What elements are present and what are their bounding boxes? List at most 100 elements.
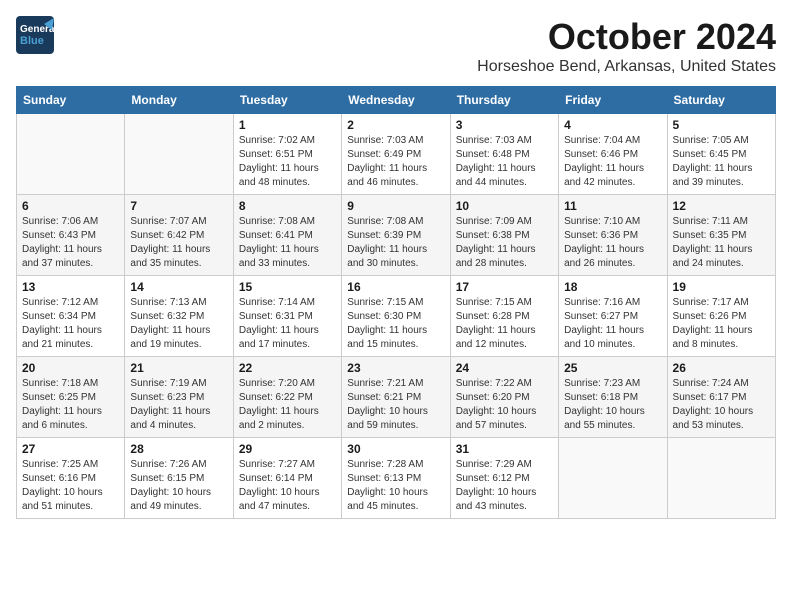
calendar-day-cell: 13Sunrise: 7:12 AM Sunset: 6:34 PM Dayli… [17, 276, 125, 357]
calendar-day-cell: 18 Sunrise: 7:16 AM Sunset: 6:27 PM Dayli… [559, 276, 667, 357]
calendar-day-cell: 23Sunrise: 7:21 AM Sunset: 6:21 PM Dayli… [342, 357, 450, 438]
day-number: 3 [456, 118, 553, 132]
day-number: 18 [564, 280, 661, 294]
calendar-week-row: 27 Sunrise: 7:25 AM Sunset: 6:16 PM Dayli… [17, 438, 776, 519]
day-number: 31 [456, 442, 553, 456]
day-number: 5 [673, 118, 770, 132]
day-info: Sunrise: 7:18 AM Sunset: 6:25 PM Dayligh… [22, 377, 119, 433]
weekday-header: Wednesday [342, 87, 450, 114]
day-number: 15 [239, 280, 336, 294]
day-number: 8 [239, 199, 336, 213]
day-info: Sunrise: 7:27 AM Sunset: 6:14 PM Dayligh… [239, 458, 336, 514]
calendar-day-cell: 5 Sunrise: 7:05 AM Sunset: 6:45 PM Daylig… [667, 114, 775, 195]
calendar-day-cell: 30 Sunrise: 7:28 AM Sunset: 6:13 PM Dayli… [342, 438, 450, 519]
calendar-day-cell: 4 Sunrise: 7:04 AM Sunset: 6:46 PM Daylig… [559, 114, 667, 195]
calendar-day-cell: 31 Sunrise: 7:29 AM Sunset: 6:12 PM Dayli… [450, 438, 558, 519]
calendar-day-cell: 15 Sunrise: 7:14 AM Sunset: 6:31 PM Dayli… [233, 276, 341, 357]
calendar-day-cell: 2 Sunrise: 7:03 AM Sunset: 6:49 PM Daylig… [342, 114, 450, 195]
weekday-header: Tuesday [233, 87, 341, 114]
day-number: 28 [130, 442, 227, 456]
day-number: 13 [22, 280, 119, 294]
calendar-day-cell: 3 Sunrise: 7:03 AM Sunset: 6:48 PM Daylig… [450, 114, 558, 195]
day-info: Sunrise: 7:08 AM Sunset: 6:39 PM Dayligh… [347, 215, 444, 271]
day-info: Sunrise: 7:02 AM Sunset: 6:51 PM Dayligh… [239, 134, 336, 190]
calendar-week-row: 20 Sunrise: 7:18 AM Sunset: 6:25 PM Dayli… [17, 357, 776, 438]
calendar-day-cell: 16 Sunrise: 7:15 AM Sunset: 6:30 PM Dayli… [342, 276, 450, 357]
weekday-header: Monday [125, 87, 233, 114]
location-title: Horseshoe Bend, Arkansas, United States [477, 58, 776, 76]
day-number: 10 [456, 199, 553, 213]
day-info: Sunrise: 7:14 AM Sunset: 6:31 PM Dayligh… [239, 296, 336, 352]
title-block: October 2024 Horseshoe Bend, Arkansas, U… [477, 16, 776, 76]
day-number: 22 [239, 361, 336, 375]
weekday-header: Thursday [450, 87, 558, 114]
weekday-header: Sunday [17, 87, 125, 114]
day-number: 23 [347, 361, 444, 375]
day-number: 6 [22, 199, 119, 213]
day-info: Sunrise: 7:15 AM Sunset: 6:30 PM Dayligh… [347, 296, 444, 352]
calendar-day-cell: 26 Sunrise: 7:24 AM Sunset: 6:17 PM Dayli… [667, 357, 775, 438]
day-info: Sunrise: 7:03 AM Sunset: 6:49 PM Dayligh… [347, 134, 444, 190]
calendar-day-cell: 10Sunrise: 7:09 AM Sunset: 6:38 PM Dayli… [450, 195, 558, 276]
calendar-week-row: 6 Sunrise: 7:06 AM Sunset: 6:43 PM Daylig… [17, 195, 776, 276]
calendar-day-cell: 25 Sunrise: 7:23 AM Sunset: 6:18 PM Dayli… [559, 357, 667, 438]
calendar-day-cell: 27 Sunrise: 7:25 AM Sunset: 6:16 PM Dayli… [17, 438, 125, 519]
day-info: Sunrise: 7:04 AM Sunset: 6:46 PM Dayligh… [564, 134, 661, 190]
calendar-day-cell: 14 Sunrise: 7:13 AM Sunset: 6:32 PM Dayli… [125, 276, 233, 357]
day-number: 25 [564, 361, 661, 375]
calendar-day-cell: 7Sunrise: 7:07 AM Sunset: 6:42 PM Daylig… [125, 195, 233, 276]
calendar-table: SundayMondayTuesdayWednesdayThursdayFrid… [16, 86, 776, 519]
calendar-week-row: 13Sunrise: 7:12 AM Sunset: 6:34 PM Dayli… [17, 276, 776, 357]
calendar-day-cell: 9Sunrise: 7:08 AM Sunset: 6:39 PM Daylig… [342, 195, 450, 276]
weekday-header: Saturday [667, 87, 775, 114]
day-info: Sunrise: 7:03 AM Sunset: 6:48 PM Dayligh… [456, 134, 553, 190]
calendar-day-cell: 11 Sunrise: 7:10 AM Sunset: 6:36 PM Dayli… [559, 195, 667, 276]
day-number: 17 [456, 280, 553, 294]
svg-text:Blue: Blue [20, 35, 44, 47]
calendar-day-cell [125, 114, 233, 195]
day-number: 7 [130, 199, 227, 213]
day-info: Sunrise: 7:13 AM Sunset: 6:32 PM Dayligh… [130, 296, 227, 352]
day-info: Sunrise: 7:28 AM Sunset: 6:13 PM Dayligh… [347, 458, 444, 514]
day-info: Sunrise: 7:08 AM Sunset: 6:41 PM Dayligh… [239, 215, 336, 271]
calendar-day-cell: 28 Sunrise: 7:26 AM Sunset: 6:15 PM Dayli… [125, 438, 233, 519]
month-title: October 2024 [477, 16, 776, 58]
day-number: 11 [564, 199, 661, 213]
weekday-header: Friday [559, 87, 667, 114]
day-info: Sunrise: 7:19 AM Sunset: 6:23 PM Dayligh… [130, 377, 227, 433]
day-number: 19 [673, 280, 770, 294]
day-info: Sunrise: 7:17 AM Sunset: 6:26 PM Dayligh… [673, 296, 770, 352]
day-info: Sunrise: 7:10 AM Sunset: 6:36 PM Dayligh… [564, 215, 661, 271]
day-info: Sunrise: 7:11 AM Sunset: 6:35 PM Dayligh… [673, 215, 770, 271]
day-number: 27 [22, 442, 119, 456]
day-number: 2 [347, 118, 444, 132]
day-info: Sunrise: 7:29 AM Sunset: 6:12 PM Dayligh… [456, 458, 553, 514]
day-info: Sunrise: 7:15 AM Sunset: 6:28 PM Dayligh… [456, 296, 553, 352]
day-info: Sunrise: 7:23 AM Sunset: 6:18 PM Dayligh… [564, 377, 661, 433]
day-number: 20 [22, 361, 119, 375]
weekday-header-row: SundayMondayTuesdayWednesdayThursdayFrid… [17, 87, 776, 114]
calendar-day-cell: 1Sunrise: 7:02 AM Sunset: 6:51 PM Daylig… [233, 114, 341, 195]
day-info: Sunrise: 7:16 AM Sunset: 6:27 PM Dayligh… [564, 296, 661, 352]
day-number: 16 [347, 280, 444, 294]
day-number: 14 [130, 280, 227, 294]
page-header: General Blue October 2024 Horseshoe Bend… [16, 16, 776, 76]
day-info: Sunrise: 7:20 AM Sunset: 6:22 PM Dayligh… [239, 377, 336, 433]
calendar-day-cell: 19 Sunrise: 7:17 AM Sunset: 6:26 PM Dayli… [667, 276, 775, 357]
calendar-day-cell: 21Sunrise: 7:19 AM Sunset: 6:23 PM Dayli… [125, 357, 233, 438]
day-info: Sunrise: 7:24 AM Sunset: 6:17 PM Dayligh… [673, 377, 770, 433]
day-info: Sunrise: 7:05 AM Sunset: 6:45 PM Dayligh… [673, 134, 770, 190]
day-number: 4 [564, 118, 661, 132]
day-info: Sunrise: 7:26 AM Sunset: 6:15 PM Dayligh… [130, 458, 227, 514]
day-number: 26 [673, 361, 770, 375]
logo: General Blue [16, 16, 54, 54]
calendar-day-cell: 29 Sunrise: 7:27 AM Sunset: 6:14 PM Dayli… [233, 438, 341, 519]
day-number: 12 [673, 199, 770, 213]
day-info: Sunrise: 7:06 AM Sunset: 6:43 PM Dayligh… [22, 215, 119, 271]
calendar-day-cell: 8 Sunrise: 7:08 AM Sunset: 6:41 PM Daylig… [233, 195, 341, 276]
day-number: 29 [239, 442, 336, 456]
day-info: Sunrise: 7:25 AM Sunset: 6:16 PM Dayligh… [22, 458, 119, 514]
day-number: 30 [347, 442, 444, 456]
calendar-week-row: 1Sunrise: 7:02 AM Sunset: 6:51 PM Daylig… [17, 114, 776, 195]
day-info: Sunrise: 7:22 AM Sunset: 6:20 PM Dayligh… [456, 377, 553, 433]
